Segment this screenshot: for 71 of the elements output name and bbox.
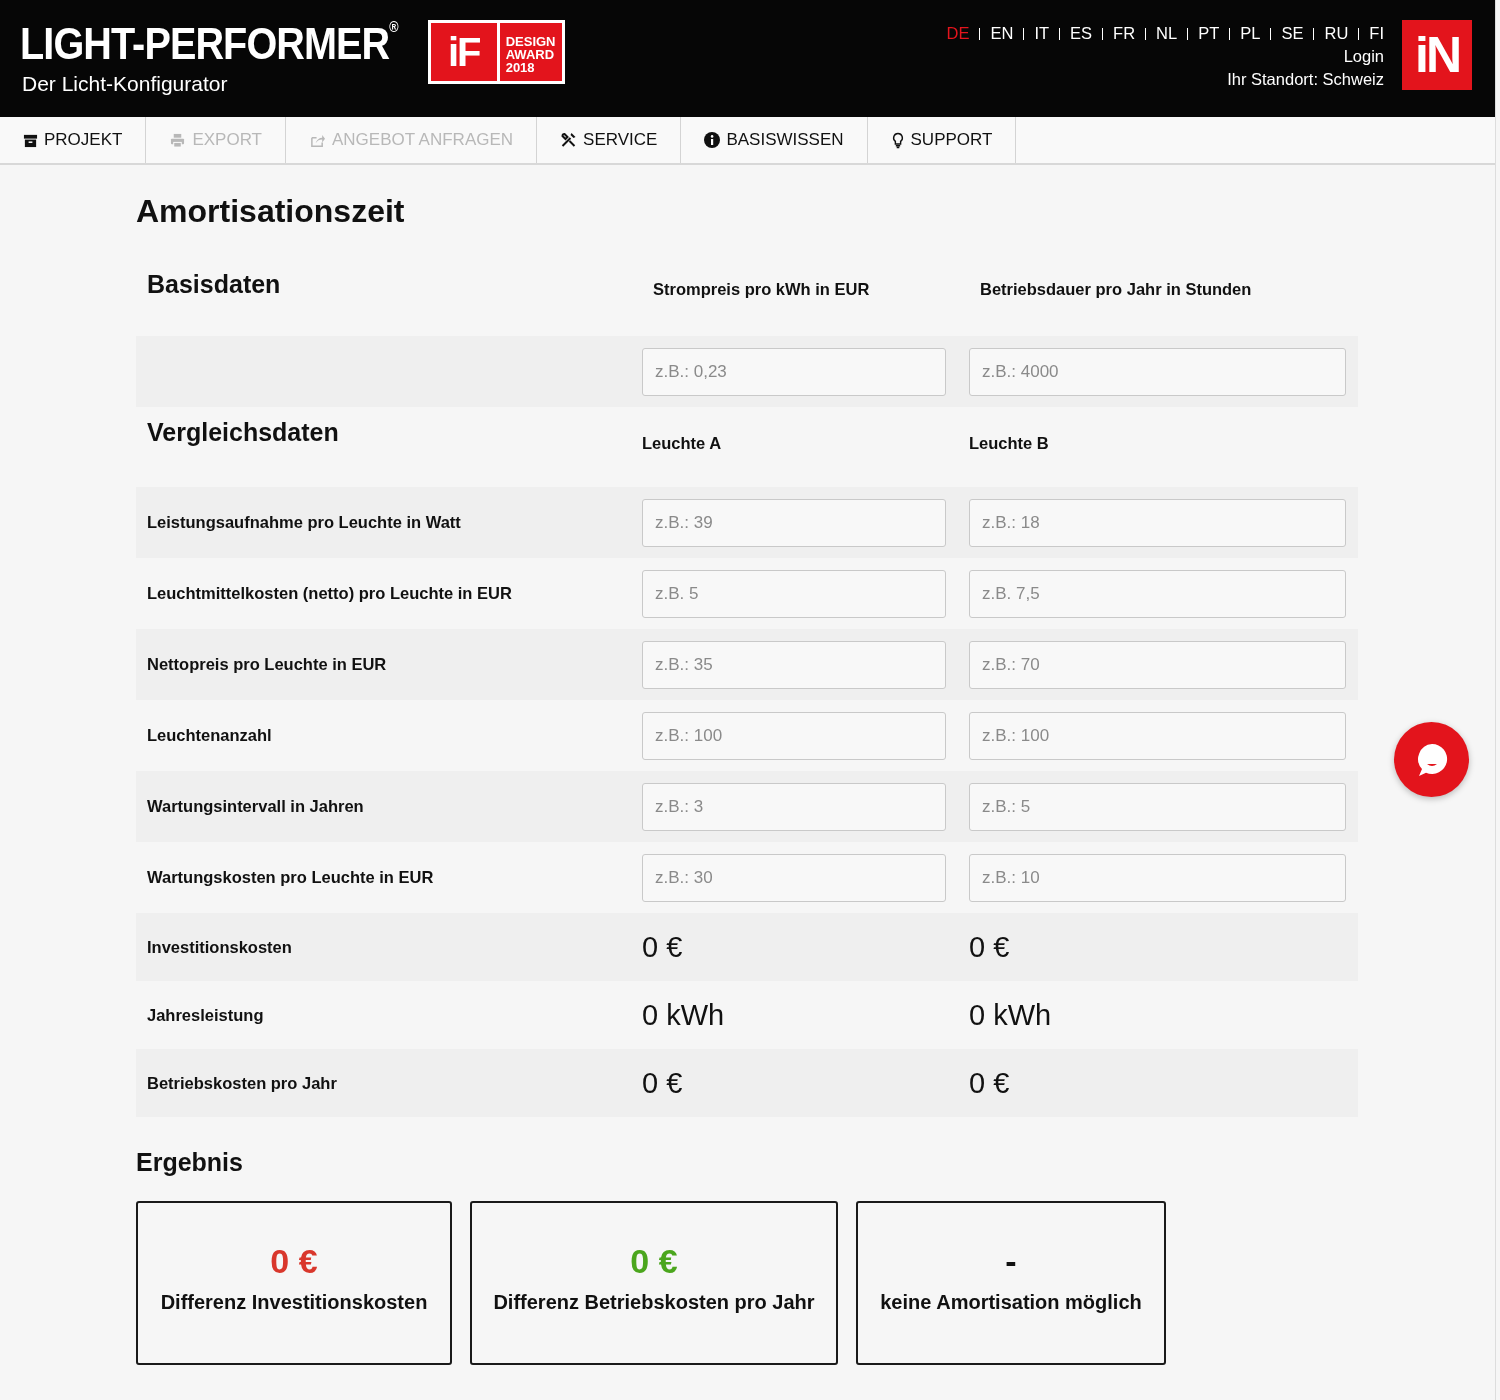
language-link[interactable]: RU xyxy=(1324,22,1349,45)
language-link[interactable]: SE xyxy=(1281,22,1304,45)
row-label: Leuchtenanzahl xyxy=(147,726,273,745)
input-field[interactable]: z.B. 7,5 xyxy=(969,569,1346,618)
result-value: 0 € xyxy=(969,930,1011,964)
section-heading: Ergebnis xyxy=(136,1147,244,1177)
chat-button[interactable] xyxy=(1394,722,1469,797)
input-field[interactable]: z.B.: 39 xyxy=(642,498,946,547)
language-link[interactable]: DE xyxy=(946,22,970,45)
language-link[interactable]: PT xyxy=(1198,22,1220,45)
result-value: 0 € xyxy=(630,1241,678,1281)
language-link[interactable]: NL xyxy=(1156,22,1178,45)
login-link[interactable]: Login xyxy=(1343,45,1384,68)
section-heading: Vergleichsdaten xyxy=(147,417,340,447)
tools-icon xyxy=(560,132,578,148)
column-heading: Strompreis pro kWh in EUR xyxy=(652,279,871,299)
result-label: keine Amortisation möglich xyxy=(880,1291,1142,1314)
archive-icon xyxy=(23,132,38,148)
nav-tab[interactable]: SERVICE xyxy=(537,117,682,163)
input-field[interactable]: z.B.: 100 xyxy=(642,711,946,760)
language-link[interactable]: IT xyxy=(1034,22,1050,45)
result-value: 0 kWh xyxy=(642,998,726,1032)
app-subtitle: Der Licht-Konfigurator xyxy=(22,72,229,96)
row-label: Wartungsintervall in Jahren xyxy=(147,797,365,816)
row-label: Leuchtmittelkosten (netto) pro Leuchte in EUR xyxy=(147,584,513,603)
input-field[interactable]: z.B.: 18 xyxy=(969,498,1346,547)
row-label: Jahresleistung xyxy=(147,1005,265,1025)
column-heading: Betriebsdauer pro Jahr in Stunden xyxy=(979,279,1253,299)
column-heading: Leuchte B xyxy=(969,433,1050,453)
row-label: Betriebskosten pro Jahr xyxy=(147,1073,338,1093)
result-value: 0 € xyxy=(642,1066,684,1100)
result-value: 0 € xyxy=(642,930,684,964)
row-label: Investitionskosten xyxy=(147,937,293,957)
input-field[interactable]: z.B.: 5 xyxy=(969,782,1346,831)
award-badge: iF DESIGN AWARD 2018 xyxy=(427,20,565,84)
language-link[interactable]: ES xyxy=(1070,22,1093,45)
result-value: 0 kWh xyxy=(969,998,1053,1032)
language-link[interactable]: PL xyxy=(1240,22,1261,45)
result-label: Differenz Investitionskosten xyxy=(160,1291,428,1314)
input-field[interactable]: z.B.: 4000 xyxy=(969,347,1346,396)
app-title: LIGHT-PERFORMER$^{®}$ xyxy=(20,20,398,68)
result-label: Differenz Betriebskosten pro Jahr xyxy=(493,1291,815,1314)
nav-tab[interactable]: PROJEKT xyxy=(0,117,147,163)
result-value: 0 € xyxy=(969,1066,1011,1100)
page-title: Amortisationszeit xyxy=(136,192,406,231)
input-field[interactable]: z.B.: 10 xyxy=(969,853,1346,902)
printer-icon xyxy=(169,132,187,148)
share-icon xyxy=(309,132,326,148)
input-field[interactable]: z.B.: 100 xyxy=(969,711,1346,760)
result-value: 0 € xyxy=(270,1241,318,1281)
row-label: Nettopreis pro Leuchte in EUR xyxy=(147,655,388,674)
lightbulb-icon xyxy=(890,131,905,149)
nav-tab[interactable]: BASISWISSEN xyxy=(681,117,868,163)
result-value: - xyxy=(1005,1241,1017,1281)
language-link[interactable]: FI xyxy=(1369,22,1384,45)
language-link[interactable]: EN xyxy=(990,22,1014,45)
brand-logo[interactable]: iN xyxy=(1402,20,1472,90)
language-link[interactable]: FR xyxy=(1113,22,1136,45)
location-text: Ihr Standort: Schweiz xyxy=(1227,69,1384,90)
input-field[interactable]: z.B.: 35 xyxy=(642,640,946,689)
section-heading: Basisdaten xyxy=(147,269,282,299)
row-label: Leistungsaufnahme pro Leuchte in Watt xyxy=(147,513,462,532)
input-field[interactable]: z.B.: 0,23 xyxy=(642,347,946,396)
nav-tab[interactable]: SUPPORT xyxy=(867,117,1017,163)
input-field[interactable]: z.B.: 3 xyxy=(642,782,946,831)
input-field[interactable]: z.B. 5 xyxy=(642,569,946,618)
info-icon xyxy=(704,132,721,148)
input-field[interactable]: z.B.: 30 xyxy=(642,853,946,902)
input-field[interactable]: z.B.: 70 xyxy=(969,640,1346,689)
row-label: Wartungskosten pro Leuchte in EUR xyxy=(147,868,435,887)
column-heading: Leuchte A xyxy=(642,433,723,453)
